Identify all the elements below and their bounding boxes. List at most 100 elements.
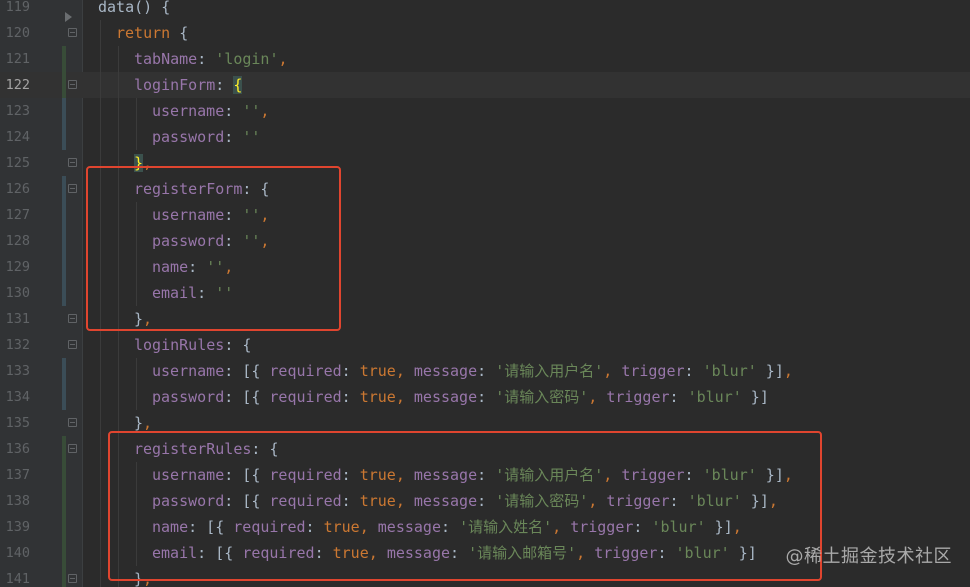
fold-toggle-icon[interactable]: [68, 574, 77, 583]
code-line[interactable]: 123 username: '',: [0, 98, 970, 124]
vcs-change-marker[interactable]: [62, 436, 66, 462]
code-token: ,: [395, 362, 414, 380]
indent-guide: [118, 98, 119, 124]
code-token: ,: [783, 362, 793, 380]
indent-guide: [100, 98, 101, 124]
code-text[interactable]: username: [{ required: true, message: '请…: [152, 358, 793, 384]
code-text[interactable]: loginForm: {: [134, 72, 243, 98]
fold-toggle-icon[interactable]: [68, 158, 77, 167]
code-token: ,: [603, 362, 622, 380]
fold-toggle-icon[interactable]: [68, 340, 77, 349]
code-token: true: [359, 362, 396, 380]
indent-guide: [100, 514, 101, 540]
code-token: }: [134, 414, 144, 432]
register-rules-highlight-box: [108, 431, 822, 581]
vcs-change-marker[interactable]: [62, 514, 66, 540]
fold-caret-icon[interactable]: [65, 12, 72, 22]
vcs-change-marker[interactable]: [62, 176, 66, 202]
line-number: 136: [5, 441, 30, 457]
indent-guide: [118, 72, 119, 98]
vcs-change-marker[interactable]: [62, 566, 66, 587]
vcs-change-marker[interactable]: [62, 540, 66, 566]
code-text[interactable]: tabName: 'login',: [134, 46, 288, 72]
code-text[interactable]: loginRules: {: [134, 332, 251, 358]
code-line[interactable]: 124 password: '': [0, 124, 970, 150]
indent-guide: [118, 124, 119, 150]
code-text[interactable]: return {: [116, 20, 188, 46]
vcs-change-marker[interactable]: [62, 46, 66, 72]
vcs-change-marker[interactable]: [62, 462, 66, 488]
indent-guide: [100, 488, 101, 514]
code-text[interactable]: username: '',: [152, 98, 269, 124]
code-token: :: [669, 388, 688, 406]
vcs-change-marker[interactable]: [62, 72, 66, 98]
code-line[interactable]: 120 return {: [0, 20, 970, 46]
code-token: required: [269, 388, 342, 406]
line-number: 137: [5, 467, 30, 483]
line-number: 119: [5, 0, 30, 15]
vcs-change-marker[interactable]: [62, 254, 66, 280]
indent-guide: [100, 20, 101, 46]
code-line[interactable]: 132 loginRules: {: [0, 332, 970, 358]
line-number: 129: [5, 259, 30, 275]
indent-guide: [100, 384, 101, 410]
code-editor[interactable]: 119 data() { 120 return {121 tabName: 'login…: [0, 0, 970, 587]
code-token: 'login': [215, 50, 279, 68]
code-token: tabName: [134, 50, 198, 68]
code-token: password: [152, 128, 225, 146]
line-number: 128: [5, 233, 30, 249]
code-text[interactable]: password: '': [152, 124, 260, 150]
code-line[interactable]: 121 tabName: 'login',: [0, 46, 970, 72]
indent-guide: [100, 124, 101, 150]
code-line[interactable]: 134 password: [{ required: true, message:…: [0, 384, 970, 410]
indent-guide: [100, 332, 101, 358]
vcs-change-marker[interactable]: [62, 98, 66, 124]
code-token: username: [152, 362, 225, 380]
code-token: ,: [588, 388, 607, 406]
vcs-change-marker[interactable]: [62, 280, 66, 306]
vcs-change-marker[interactable]: [62, 124, 66, 150]
code-text[interactable]: password: [{ required: true, message: '请…: [152, 384, 769, 410]
code-token: : [{: [224, 362, 270, 380]
fold-toggle-icon[interactable]: [68, 80, 77, 89]
code-token: :: [684, 362, 703, 380]
code-line[interactable]: 119 data() {: [0, 0, 970, 20]
indent-guide: [118, 358, 119, 384]
vcs-change-marker[interactable]: [62, 384, 66, 410]
code-line[interactable]: 122 loginForm: {: [0, 72, 970, 98]
indent-guide: [100, 540, 101, 566]
code-token: password: [152, 388, 225, 406]
code-token: trigger: [606, 388, 670, 406]
indent-guide: [100, 72, 101, 98]
indent-guide: [136, 124, 137, 150]
code-token: ,: [395, 388, 414, 406]
vcs-change-marker[interactable]: [62, 488, 66, 514]
code-token: ,: [278, 50, 288, 68]
code-text[interactable]: data() {: [98, 0, 170, 20]
code-token: loginRules: [134, 336, 225, 354]
code-token: :: [341, 362, 360, 380]
vcs-change-marker[interactable]: [62, 358, 66, 384]
fold-toggle-icon[interactable]: [68, 28, 77, 37]
fold-toggle-icon[interactable]: [68, 314, 77, 323]
code-line[interactable]: 133 username: [{ required: true, message:…: [0, 358, 970, 384]
line-number: 131: [5, 311, 30, 327]
code-token: data() {: [98, 0, 171, 16]
indent-guide: [118, 332, 119, 358]
indent-guide: [136, 384, 137, 410]
indent-guide: [118, 46, 119, 72]
code-token: ,: [260, 102, 270, 120]
fold-toggle-icon[interactable]: [68, 444, 77, 453]
fold-toggle-icon[interactable]: [68, 184, 77, 193]
line-number: 127: [5, 207, 30, 223]
code-token: :: [477, 362, 496, 380]
vcs-change-marker[interactable]: [62, 228, 66, 254]
code-token: :: [224, 102, 243, 120]
indent-guide: [118, 384, 119, 410]
code-token: :: [477, 388, 496, 406]
code-token: : {: [224, 336, 252, 354]
line-number: 120: [5, 25, 30, 41]
fold-toggle-icon[interactable]: [68, 418, 77, 427]
vcs-change-marker[interactable]: [62, 202, 66, 228]
code-token: ,: [143, 414, 153, 432]
